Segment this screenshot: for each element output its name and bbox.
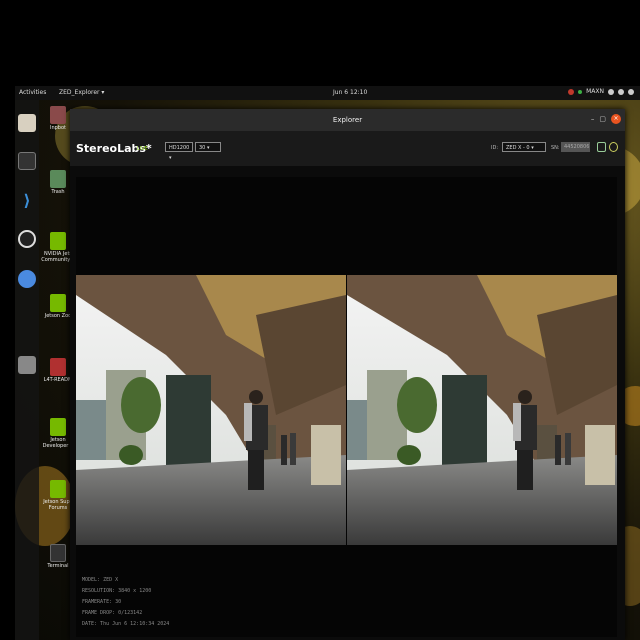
system-tray[interactable]: MAXN — [568, 88, 634, 95]
info-resolution: RESOLUTION: 3840 x 1200 — [82, 588, 152, 594]
right-camera-view — [347, 275, 617, 545]
minimize-button[interactable]: – — [591, 114, 595, 124]
drive-icon[interactable] — [18, 356, 36, 374]
dock: ⟩ — [15, 100, 39, 640]
window-titlebar[interactable]: Explorer – ▢ × — [70, 109, 625, 131]
close-button[interactable]: × — [611, 114, 621, 124]
update-icon[interactable] — [568, 88, 575, 95]
app-menu[interactable]: ZED_Explorer ▾ — [59, 89, 104, 96]
desktop-icon-label: Jetson Developer Z — [42, 437, 74, 449]
volume-icon[interactable] — [618, 88, 624, 95]
resolution-select[interactable]: HD1200 ▾ — [165, 142, 193, 161]
activities-button[interactable]: Activities — [19, 89, 46, 96]
info-model: MODEL: ZED X — [82, 577, 119, 583]
nvidia-icon — [50, 294, 66, 312]
power-mode-label[interactable]: MAXN — [586, 88, 604, 95]
terminal-icon[interactable] — [18, 152, 36, 170]
chromium-icon[interactable] — [18, 270, 36, 288]
left-camera-frame — [76, 275, 346, 545]
obs-icon[interactable] — [18, 230, 36, 248]
terminal-icon — [50, 544, 66, 562]
folder-icon — [50, 106, 66, 124]
desktop-icon-label: Inpbot — [49, 125, 66, 131]
files-icon[interactable] — [18, 114, 36, 132]
trash-icon — [50, 170, 66, 188]
camera-id-label: ID: — [491, 145, 499, 151]
desktop-icon-label: Jetson Zoo — [44, 313, 72, 319]
desktop-icon-label: Trash — [51, 189, 65, 195]
nvidia-icon — [50, 418, 66, 436]
folder-icon — [50, 358, 66, 376]
vscode-icon[interactable]: ⟩ — [18, 192, 36, 210]
camera-info-panel: MODEL: ZED X RESOLUTION: 3840 x 1200 FRA… — [82, 575, 169, 630]
record-icon[interactable] — [597, 142, 606, 152]
nvidia-icon — [50, 480, 66, 498]
serial-number-label: SN: — [551, 145, 560, 151]
nvidia-icon — [50, 232, 66, 250]
info-date: DATE: Thu Jun 6 12:10:34 2024 — [82, 621, 170, 627]
power-icon[interactable] — [628, 88, 634, 95]
app-toolbar: StereoLabs* LIVE HD1200 ▾ 30 ▾ ID: ZED X… — [70, 131, 625, 166]
info-frame-drop: FRAME DROP: 0/123142 — [82, 610, 143, 616]
desktop-icon-label: Terminal — [47, 563, 69, 569]
settings-gear-icon[interactable] — [609, 142, 618, 152]
fps-select[interactable]: 30 ▾ — [195, 142, 221, 152]
serial-number-field: 44520806 — [561, 142, 590, 152]
clock[interactable]: Jun 6 12:10 — [333, 89, 367, 96]
explorer-window: Explorer – ▢ × StereoLabs* LIVE HD1200 ▾… — [70, 109, 625, 640]
maximize-button[interactable]: ▢ — [599, 114, 606, 124]
info-framerate: FRAMERATE: 30 — [82, 599, 122, 605]
desktop-icon-label: L4T-READM — [43, 377, 73, 383]
network-icon[interactable] — [608, 88, 614, 95]
window-title: Explorer — [332, 116, 363, 124]
desktop: Activities ZED_Explorer ▾ Jun 6 12:10 MA… — [15, 86, 640, 640]
camera-select[interactable]: ZED X - 0 ▾ — [502, 142, 546, 152]
desktop-icon-label: Jetson Supp Forums — [43, 499, 73, 511]
right-camera-frame — [347, 275, 617, 545]
live-indicator: LIVE — [137, 146, 148, 152]
stereo-video-viewer: MODEL: ZED X RESOLUTION: 3840 x 1200 FRA… — [76, 177, 617, 637]
top-bar: Activities ZED_Explorer ▾ Jun 6 12:10 MA… — [15, 86, 640, 100]
nvidia-power-icon — [578, 89, 583, 94]
left-camera-view — [76, 275, 346, 545]
